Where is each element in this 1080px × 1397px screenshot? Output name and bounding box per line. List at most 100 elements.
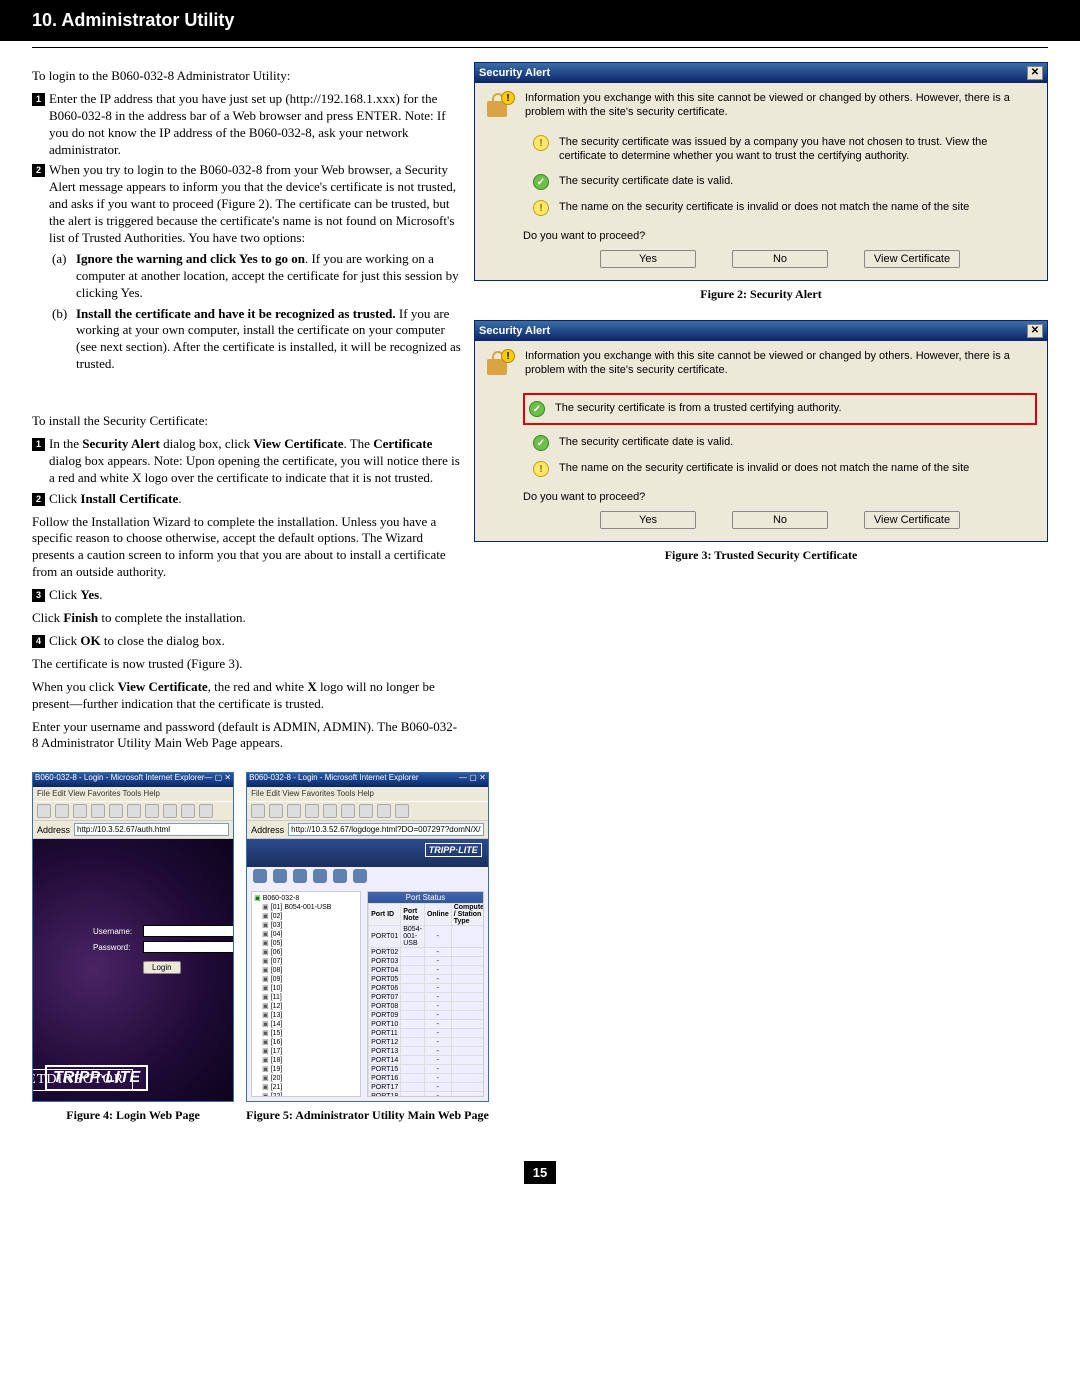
table-row[interactable]: PORT06- xyxy=(369,984,484,993)
table-row[interactable]: PORT16- xyxy=(369,1074,484,1083)
tree-node[interactable]: [01] B054-001-USB xyxy=(254,903,358,912)
print-icon[interactable] xyxy=(199,804,213,818)
mail-icon[interactable] xyxy=(181,804,195,818)
table-row[interactable]: PORT05- xyxy=(369,975,484,984)
tree-node[interactable]: [11] xyxy=(254,993,358,1002)
history-icon[interactable] xyxy=(377,804,391,818)
tree-node[interactable]: [15] xyxy=(254,1029,358,1038)
tree-node[interactable]: [21] xyxy=(254,1083,358,1092)
tree-node[interactable]: [10] xyxy=(254,984,358,993)
favorites-icon[interactable] xyxy=(359,804,373,818)
toolbar[interactable] xyxy=(247,801,488,821)
back-icon[interactable] xyxy=(251,804,265,818)
toolbar[interactable] xyxy=(33,801,233,821)
back-icon[interactable] xyxy=(37,804,51,818)
address-input[interactable] xyxy=(288,823,484,836)
cert-item-text: The security certificate date is valid. xyxy=(559,435,1037,451)
yes-button[interactable]: Yes xyxy=(600,511,696,529)
table-row[interactable]: PORT17- xyxy=(369,1083,484,1092)
tree-node[interactable]: [19] xyxy=(254,1065,358,1074)
table-row[interactable]: PORT08- xyxy=(369,1002,484,1011)
table-row[interactable]: PORT15- xyxy=(369,1065,484,1074)
history-icon[interactable] xyxy=(163,804,177,818)
table-row[interactable]: PORT07- xyxy=(369,993,484,1002)
admin-tool-icon[interactable] xyxy=(333,869,347,883)
table-row[interactable]: PORT18- xyxy=(369,1092,484,1098)
refresh-icon[interactable] xyxy=(305,804,319,818)
admin-tool-icon[interactable] xyxy=(313,869,327,883)
tree-root[interactable]: B060-032-8 xyxy=(254,894,358,903)
step-number: 2 xyxy=(32,164,45,177)
tree-node[interactable]: [03] xyxy=(254,921,358,930)
table-row[interactable]: PORT01B054-001-USB- xyxy=(369,926,484,948)
admin-tool-icon[interactable] xyxy=(293,869,307,883)
table-row[interactable]: PORT04- xyxy=(369,966,484,975)
search-icon[interactable] xyxy=(341,804,355,818)
tree-node[interactable]: [20] xyxy=(254,1074,358,1083)
tree-node[interactable]: [14] xyxy=(254,1020,358,1029)
admin-tool-icon[interactable] xyxy=(253,869,267,883)
home-icon[interactable] xyxy=(109,804,123,818)
close-icon[interactable]: ✕ xyxy=(1027,324,1043,338)
home-icon[interactable] xyxy=(323,804,337,818)
table-row[interactable]: PORT11- xyxy=(369,1029,484,1038)
col-header[interactable]: Port Note xyxy=(401,904,425,926)
no-button[interactable]: No xyxy=(732,511,828,529)
tree-node[interactable]: [09] xyxy=(254,975,358,984)
brand-logo: TRIPP·LITE xyxy=(425,843,482,857)
table-row[interactable]: PORT10- xyxy=(369,1020,484,1029)
tree-node[interactable]: [22] xyxy=(254,1092,358,1097)
cert-item-text: The name on the security certificate is … xyxy=(559,200,1037,216)
divider xyxy=(32,47,1048,48)
tree-node[interactable]: [08] xyxy=(254,966,358,975)
table-row[interactable]: PORT02- xyxy=(369,948,484,957)
forward-icon[interactable] xyxy=(269,804,283,818)
table-row[interactable]: PORT03- xyxy=(369,957,484,966)
address-input[interactable] xyxy=(74,823,229,836)
login-button[interactable]: Login xyxy=(143,961,181,974)
menu-bar[interactable]: File Edit View Favorites Tools Help xyxy=(33,787,233,801)
forward-icon[interactable] xyxy=(55,804,69,818)
tree-node[interactable]: [16] xyxy=(254,1038,358,1047)
window-controls[interactable]: — ▢ ✕ xyxy=(204,773,231,787)
tree-node[interactable]: [06] xyxy=(254,948,358,957)
mail-icon[interactable] xyxy=(395,804,409,818)
col-header[interactable]: Computer / Station Type xyxy=(451,904,484,926)
username-input[interactable] xyxy=(143,925,234,937)
stop-icon[interactable] xyxy=(287,804,301,818)
favorites-icon[interactable] xyxy=(145,804,159,818)
admin-toolbar[interactable] xyxy=(253,869,482,887)
tree-node[interactable]: [13] xyxy=(254,1011,358,1020)
tree-node[interactable]: [04] xyxy=(254,930,358,939)
password-input[interactable] xyxy=(143,941,234,953)
dialog-info-text: Information you exchange with this site … xyxy=(525,91,1037,120)
figure-caption: Figure 2: Security Alert xyxy=(474,287,1048,302)
close-icon[interactable]: ✕ xyxy=(1027,66,1043,80)
tree-node[interactable]: [02] xyxy=(254,912,358,921)
table-row[interactable]: PORT12- xyxy=(369,1038,484,1047)
tree-node[interactable]: [07] xyxy=(254,957,358,966)
col-header[interactable]: Online xyxy=(424,904,451,926)
admin-tool-icon[interactable] xyxy=(353,869,367,883)
table-row[interactable]: PORT14- xyxy=(369,1056,484,1065)
tree-node[interactable]: [17] xyxy=(254,1047,358,1056)
tree-node[interactable]: [12] xyxy=(254,1002,358,1011)
warning-icon: ! xyxy=(533,135,549,151)
menu-bar[interactable]: File Edit View Favorites Tools Help xyxy=(247,787,488,801)
no-button[interactable]: No xyxy=(732,250,828,268)
search-icon[interactable] xyxy=(127,804,141,818)
col-header[interactable]: Port ID xyxy=(369,904,401,926)
port-tree[interactable]: B060-032-8[01] B054-001-USB[02][03][04][… xyxy=(251,891,361,1097)
tree-node[interactable]: [05] xyxy=(254,939,358,948)
view-certificate-button[interactable]: View Certificate xyxy=(864,250,960,268)
refresh-icon[interactable] xyxy=(91,804,105,818)
view-certificate-button[interactable]: View Certificate xyxy=(864,511,960,529)
post-install-para: The certificate is now trusted (Figure 3… xyxy=(32,656,462,673)
table-row[interactable]: PORT09- xyxy=(369,1011,484,1020)
admin-tool-icon[interactable] xyxy=(273,869,287,883)
table-row[interactable]: PORT13- xyxy=(369,1047,484,1056)
yes-button[interactable]: Yes xyxy=(600,250,696,268)
stop-icon[interactable] xyxy=(73,804,87,818)
window-controls[interactable]: — ▢ ✕ xyxy=(459,773,486,787)
tree-node[interactable]: [18] xyxy=(254,1056,358,1065)
